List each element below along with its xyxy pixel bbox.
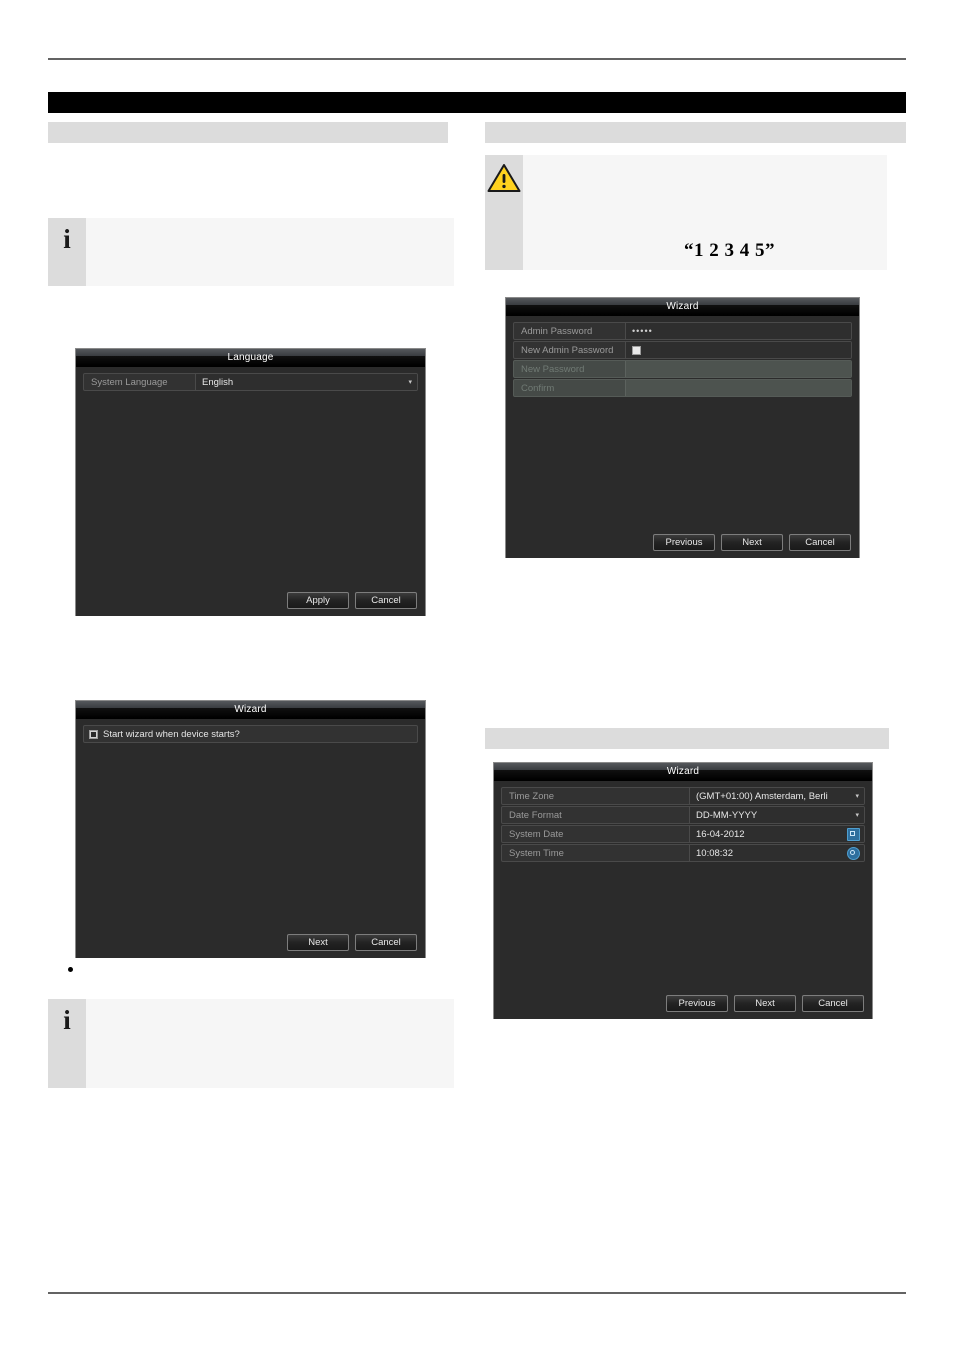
time-zone-value: (GMT+01:00) Amsterdam, Berli xyxy=(696,790,828,802)
time-zone-label: Time Zone xyxy=(509,790,555,802)
system-language-row: System Language English ▾ xyxy=(83,373,418,391)
new-admin-password-label: New Admin Password xyxy=(521,344,614,356)
warning-callout-right: “1 2 3 4 5” xyxy=(485,155,887,270)
calendar-icon[interactable] xyxy=(847,827,860,841)
clock-icon[interactable] xyxy=(847,846,860,860)
section-heading-bar-right-2 xyxy=(485,728,889,749)
wizard-start-dialog: Wizard Start wizard when device starts? … xyxy=(75,700,426,958)
note-callout-bottom-left: i xyxy=(48,999,454,1088)
language-dialog-body: System Language English ▾ Apply Cancel xyxy=(76,367,425,616)
next-button[interactable]: Next xyxy=(721,534,783,551)
section-heading-bar-right-1 xyxy=(485,122,906,143)
next-button[interactable]: Next xyxy=(287,934,349,951)
new-password-row: New Password xyxy=(513,360,852,378)
warning-icon-cell xyxy=(485,155,523,270)
cancel-button[interactable]: Cancel xyxy=(355,934,417,951)
system-date-row: System Date 16-04-2012 xyxy=(501,825,865,843)
system-time-field[interactable]: 10:08:32 xyxy=(689,845,864,861)
admin-password-field[interactable]: ••••• xyxy=(625,323,851,339)
info-icon-cell: i xyxy=(48,218,86,286)
bullet-point-marker xyxy=(68,967,73,972)
header-rule xyxy=(48,58,906,60)
new-admin-password-checkbox[interactable] xyxy=(632,345,641,355)
wizard-password-dialog-footer: Previous Next Cancel xyxy=(653,534,851,551)
wizard-start-dialog-footer: Next Cancel xyxy=(287,934,417,951)
admin-password-label: Admin Password xyxy=(521,325,593,337)
system-time-label: System Time xyxy=(509,847,564,859)
default-password-emphasis: “1 2 3 4 5” xyxy=(684,240,775,261)
language-dialog-title: Language xyxy=(76,349,425,367)
system-time-row: System Time 10:08:32 xyxy=(501,844,865,862)
confirm-password-row: Confirm xyxy=(513,379,852,397)
wizard-datetime-dialog-title: Wizard xyxy=(494,763,872,781)
warning-callout-body: “1 2 3 4 5” xyxy=(523,155,887,270)
chapter-title-bar xyxy=(48,92,906,113)
system-language-label: System Language xyxy=(91,376,168,388)
system-date-label: System Date xyxy=(509,828,564,840)
note-callout-top-left: i xyxy=(48,218,454,286)
note-callout-text xyxy=(86,218,454,286)
date-format-dropdown[interactable]: DD-MM-YYYY ▾ xyxy=(689,807,864,823)
wizard-datetime-dialog-body: Time Zone (GMT+01:00) Amsterdam, Berli ▾… xyxy=(494,781,872,1019)
start-wizard-label: Start wizard when device starts? xyxy=(103,728,240,740)
wizard-datetime-dialog: Wizard Time Zone (GMT+01:00) Amsterdam, … xyxy=(493,762,873,1019)
cancel-button[interactable]: Cancel xyxy=(789,534,851,551)
system-date-value: 16-04-2012 xyxy=(696,828,745,840)
wizard-datetime-dialog-footer: Previous Next Cancel xyxy=(666,995,864,1012)
wizard-password-dialog-title: Wizard xyxy=(506,298,859,316)
cancel-button[interactable]: Cancel xyxy=(802,995,864,1012)
time-zone-dropdown[interactable]: (GMT+01:00) Amsterdam, Berli ▾ xyxy=(689,788,864,804)
date-format-label: Date Format xyxy=(509,809,562,821)
info-icon: i xyxy=(63,224,71,254)
apply-button[interactable]: Apply xyxy=(287,592,349,609)
system-language-value: English xyxy=(202,376,234,388)
wizard-password-dialog: Wizard Admin Password ••••• New Admin Pa… xyxy=(505,297,860,558)
info-icon: i xyxy=(63,1005,71,1035)
confirm-password-label: Confirm xyxy=(521,382,555,394)
admin-password-value: ••••• xyxy=(632,326,653,336)
footer-rule xyxy=(48,1292,906,1294)
system-time-value: 10:08:32 xyxy=(696,847,733,859)
info-icon-cell: i xyxy=(48,999,86,1088)
time-zone-row: Time Zone (GMT+01:00) Amsterdam, Berli ▾ xyxy=(501,787,865,805)
section-heading-bar-left-1 xyxy=(48,122,448,143)
next-button[interactable]: Next xyxy=(734,995,796,1012)
language-dialog: Language System Language English ▾ Apply… xyxy=(75,348,426,616)
start-wizard-row[interactable]: Start wizard when device starts? xyxy=(83,725,418,743)
chevron-down-icon: ▾ xyxy=(855,811,859,819)
system-date-field[interactable]: 16-04-2012 xyxy=(689,826,864,842)
previous-button[interactable]: Previous xyxy=(666,995,728,1012)
confirm-password-field xyxy=(625,380,851,396)
wizard-start-dialog-title: Wizard xyxy=(76,701,425,719)
new-admin-password-row: New Admin Password xyxy=(513,341,852,359)
new-admin-password-cell[interactable] xyxy=(625,342,851,358)
language-dialog-footer: Apply Cancel xyxy=(287,592,417,609)
warning-triangle-icon xyxy=(487,164,521,192)
admin-password-row: Admin Password ••••• xyxy=(513,322,852,340)
system-language-dropdown[interactable]: English ▾ xyxy=(195,374,417,390)
start-wizard-checkbox[interactable] xyxy=(89,729,98,739)
wizard-password-dialog-body: Admin Password ••••• New Admin Password … xyxy=(506,316,859,558)
new-password-label: New Password xyxy=(521,363,585,375)
new-password-field xyxy=(625,361,851,377)
date-format-value: DD-MM-YYYY xyxy=(696,809,758,821)
chevron-down-icon: ▾ xyxy=(408,378,412,386)
date-format-row: Date Format DD-MM-YYYY ▾ xyxy=(501,806,865,824)
cancel-button[interactable]: Cancel xyxy=(355,592,417,609)
previous-button[interactable]: Previous xyxy=(653,534,715,551)
wizard-start-dialog-body: Start wizard when device starts? Next Ca… xyxy=(76,719,425,958)
chevron-down-icon: ▾ xyxy=(855,792,859,800)
note-callout-text xyxy=(86,999,454,1088)
